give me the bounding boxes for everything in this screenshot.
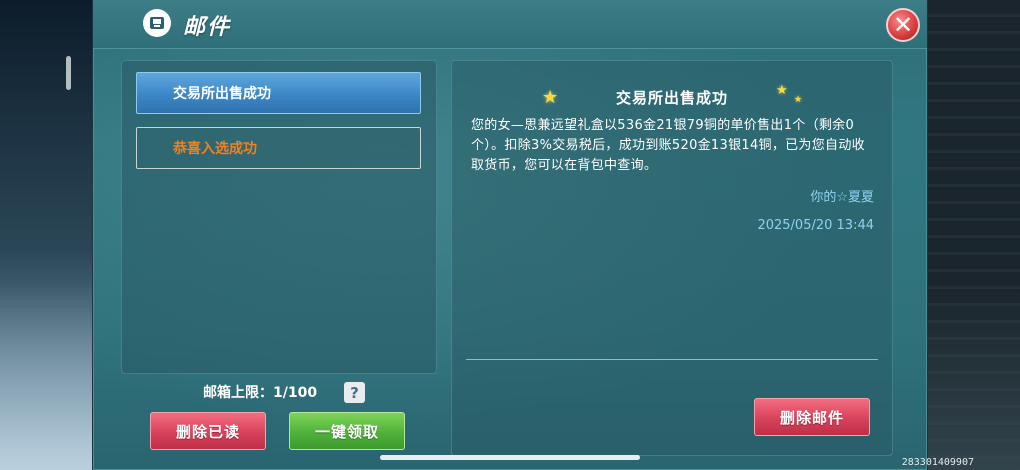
mail-detail-panel: ★ 交易所出售成功 ★ ★ 您的女—思兼远望礼盒以536金21银79铜的单价售出…	[451, 60, 893, 456]
background-scene-right	[928, 0, 1020, 470]
mail-sender: 你的☆夏夏	[810, 190, 874, 205]
close-icon: ✕	[892, 11, 914, 39]
mail-list-item-label: 交易所出售成功	[173, 86, 271, 102]
title-bar: 邮件 ✕	[93, 0, 927, 49]
close-button[interactable]: ✕	[886, 8, 920, 42]
mail-list-item-label: 恭喜入选成功	[173, 141, 257, 157]
window-title: 邮件	[183, 15, 232, 40]
build-id: 283301409907	[901, 457, 974, 468]
mail-detail-body: 您的女—思兼远望礼盒以536金21银79铜的单价售出1个（剩余0个）。扣除3%交…	[471, 118, 865, 173]
mail-list-item-selected[interactable]: 交易所出售成功	[136, 72, 421, 114]
divider	[466, 359, 878, 360]
delete-read-button[interactable]: 删除已读	[150, 412, 266, 450]
mail-list-item[interactable]: 恭喜入选成功	[136, 127, 421, 169]
side-drawer-handle[interactable]	[66, 56, 71, 90]
mail-list-panel: 交易所出售成功 恭喜入选成功	[121, 60, 437, 374]
home-indicator[interactable]	[380, 455, 640, 460]
star-icon: ★	[776, 83, 788, 98]
star-icon: ★	[794, 95, 803, 105]
mailbox-limit: 邮箱上限：1/100	[203, 385, 318, 401]
mail-detail-title: 交易所出售成功	[615, 89, 728, 107]
help-icon[interactable]: ?	[344, 382, 365, 403]
claim-all-button[interactable]: 一键领取	[289, 412, 405, 450]
mail-window: 邮件 ✕ 交易所出售成功 恭喜入选成功 邮箱上限：1/100 ? 删除已读 一键…	[93, 0, 927, 470]
delete-mail-button[interactable]: 删除邮件	[754, 398, 870, 436]
background-scene-left	[0, 0, 92, 470]
mail-icon	[143, 9, 171, 37]
mail-date: 2025/05/20 13:44	[757, 218, 874, 233]
